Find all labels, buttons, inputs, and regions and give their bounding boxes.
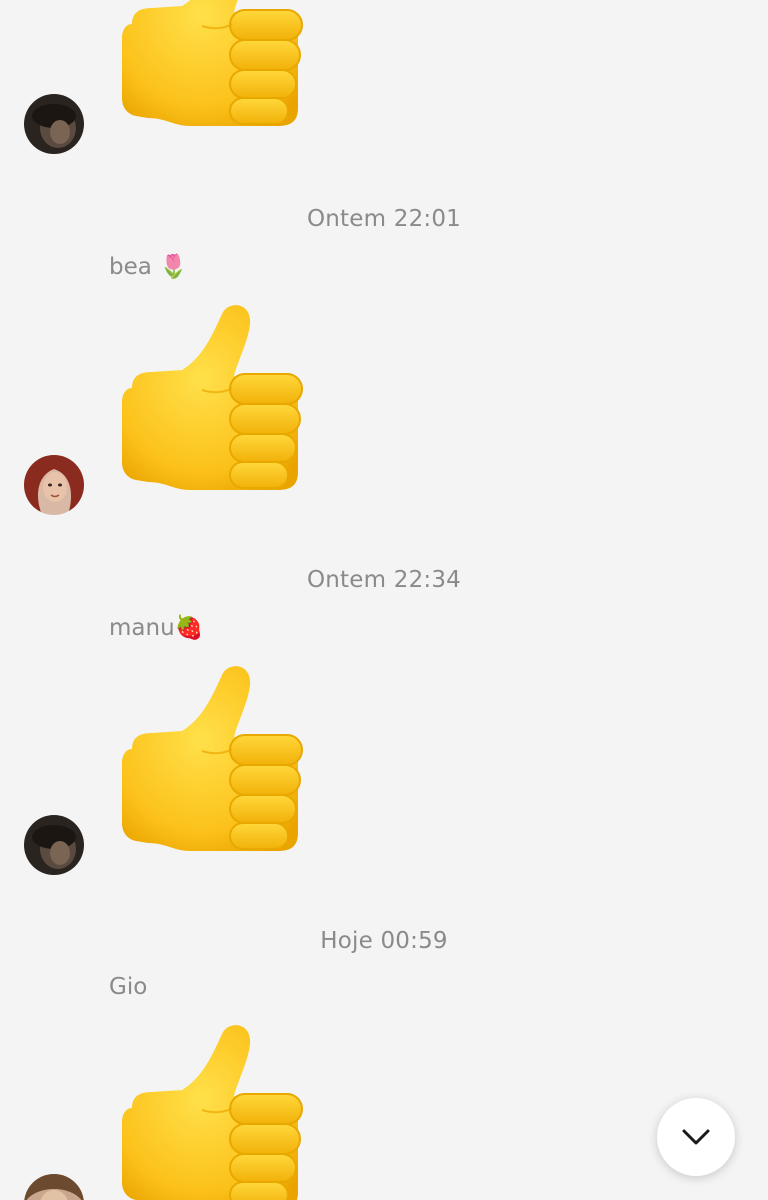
sender-name: Gio <box>109 974 148 1000</box>
thumbs-up-icon <box>118 0 304 134</box>
scroll-to-bottom-button[interactable] <box>657 1098 735 1176</box>
avatar[interactable] <box>24 815 84 875</box>
sender-name: manu🍓 <box>109 615 204 641</box>
message-timestamp: Ontem 22:34 <box>306 567 462 593</box>
avatar[interactable] <box>24 1174 84 1200</box>
chat-thread[interactable]: Ontem 22:01 bea 🌷 Ontem 22:34 manu🍓 Hoje… <box>0 0 768 1200</box>
chevron-down-icon <box>682 1129 710 1145</box>
message-timestamp: Ontem 22:01 <box>306 206 462 232</box>
thumbs-up-icon <box>118 302 304 498</box>
sender-name: bea 🌷 <box>109 254 188 280</box>
avatar[interactable] <box>24 94 84 154</box>
avatar[interactable] <box>24 455 84 515</box>
thumbs-up-icon <box>118 1022 304 1200</box>
message-timestamp: Hoje 00:59 <box>320 928 448 954</box>
thumbs-up-icon <box>118 663 304 859</box>
